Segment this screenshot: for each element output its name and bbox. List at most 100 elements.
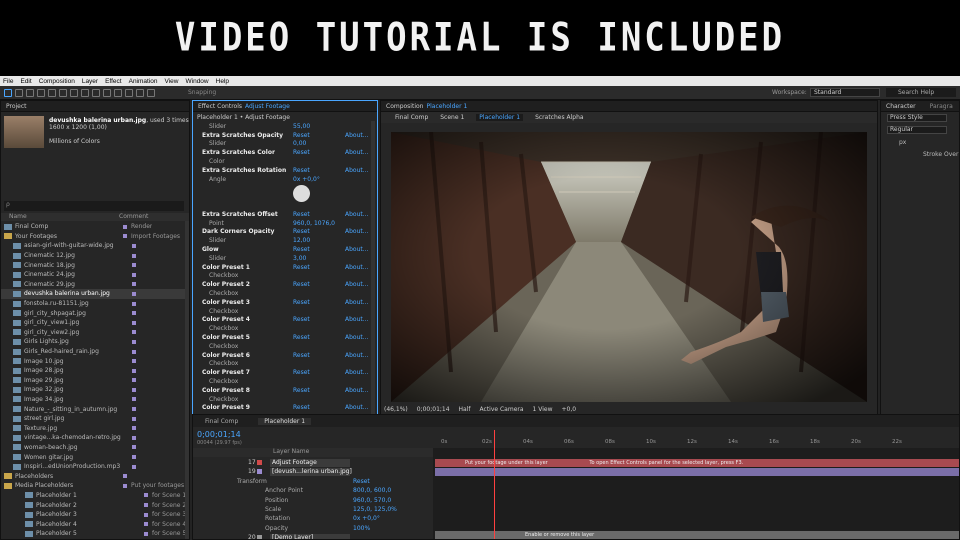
layer-row[interactable]: 17 Adjust Footage (193, 458, 433, 467)
label-color-swatch[interactable] (132, 378, 136, 383)
effect-property[interactable]: Slider 0,00 (193, 140, 377, 149)
project-item[interactable]: Girls_Red-haired_rain.jpg (1, 347, 189, 357)
project-item[interactable]: Image 28.jpg (1, 366, 189, 376)
project-tab[interactable]: Project (1, 101, 189, 112)
property-value[interactable]: 0x +0,0° (293, 176, 320, 183)
reset-link[interactable]: Reset (293, 132, 310, 139)
label-color-swatch[interactable] (132, 243, 136, 248)
project-item[interactable]: woman-beach.jpg (1, 443, 189, 453)
property-value[interactable]: 0x +0,0° (353, 515, 380, 522)
project-item[interactable]: Cinematic 29.jpg (1, 280, 189, 290)
property-value[interactable]: 100% (353, 525, 370, 532)
reset-link[interactable]: Reset (293, 369, 310, 376)
reset-link[interactable]: Reset (293, 246, 310, 253)
label-color-swatch[interactable] (132, 311, 136, 316)
about-link[interactable]: About... (345, 369, 368, 376)
project-item[interactable]: Inspiri...edUnionProduction.mp3 (1, 462, 189, 472)
effect-group[interactable]: Color Preset 8 Reset About... (193, 386, 377, 395)
effect-property[interactable]: Checkbox (193, 289, 377, 298)
project-search-input[interactable]: ρ (4, 201, 184, 211)
comp-footer-control[interactable]: 1 View (533, 406, 553, 413)
puppet-tool-icon[interactable] (147, 88, 155, 97)
project-item[interactable]: vintage...ka-chemodan-retro.jpg (1, 433, 189, 443)
effect-property[interactable] (193, 184, 377, 193)
property-value[interactable]: 800,0, 600,0 (353, 487, 391, 494)
composition-viewer[interactable] (391, 132, 867, 402)
effect-property[interactable] (193, 201, 377, 210)
property-value[interactable]: 960,0, 1076,0 (293, 220, 335, 227)
effect-property[interactable]: Slider 55,00 (193, 122, 377, 131)
project-item[interactable]: Image 10.jpg (1, 356, 189, 366)
demo-layer-bar[interactable]: Enable or remove this layer (435, 531, 959, 539)
comp-footer-control[interactable]: Half (459, 406, 471, 413)
project-item[interactable]: Image 29.jpg (1, 376, 189, 386)
effects-scrollbar[interactable] (371, 121, 375, 416)
camera-tool-icon[interactable] (48, 88, 56, 97)
comp-footer-control[interactable]: Active Camera (480, 406, 524, 413)
about-link[interactable]: About... (345, 246, 368, 253)
label-color-swatch[interactable] (132, 253, 136, 258)
project-item[interactable]: devushka balerina urban.jpg (1, 289, 189, 299)
label-color-swatch[interactable] (132, 282, 136, 287)
layer-name[interactable]: [Demo Layer] (270, 533, 350, 539)
project-item[interactable]: Girls Lights.jpg (1, 337, 189, 347)
about-link[interactable]: About... (345, 281, 368, 288)
effect-group[interactable]: Color Preset 6 Reset About... (193, 351, 377, 360)
label-color-swatch[interactable] (132, 330, 136, 335)
project-item[interactable]: street girl.jpg (1, 414, 189, 424)
about-link[interactable]: About... (345, 404, 368, 411)
effect-property[interactable]: Angle 0x +0,0° (193, 175, 377, 202)
project-item[interactable]: Cinematic 12.jpg (1, 251, 189, 261)
effect-property[interactable]: Checkbox (193, 377, 377, 386)
menu-item-composition[interactable]: Composition (39, 78, 75, 85)
label-color-swatch[interactable] (144, 531, 148, 536)
search-help-input[interactable]: Search Help (886, 88, 956, 97)
comp-subtab[interactable]: Placeholder 1 (476, 114, 524, 121)
property-row[interactable]: Opacity 100% (193, 524, 433, 533)
reset-link[interactable]: Reset (293, 316, 310, 323)
reset-link[interactable]: Reset (293, 387, 310, 394)
effect-property[interactable]: Point 960,0, 1076,0 (193, 219, 377, 228)
project-item[interactable]: girl_city_view2.jpg (1, 328, 189, 338)
effect-group[interactable]: Extra Scratches Opacity Reset About... (193, 131, 377, 140)
effect-property[interactable]: Checkbox (193, 342, 377, 351)
layer-name[interactable]: [devush...lerina urban.jpg] (270, 467, 352, 476)
effect-property[interactable]: Checkbox (193, 307, 377, 316)
layer-name[interactable]: Adjust Footage (270, 458, 350, 467)
comp-footer-control[interactable]: 0;00;01;14 (417, 406, 450, 413)
comp-subtab[interactable]: Scratches Alpha (535, 114, 584, 121)
label-color-swatch[interactable] (123, 474, 127, 479)
project-item[interactable]: girl_city_view1.jpg (1, 318, 189, 328)
effect-group[interactable]: Color Preset 4 Reset About... (193, 316, 377, 325)
effect-group[interactable]: Glow Reset About... (193, 245, 377, 254)
property-row[interactable]: Rotation 0x +0,0° (193, 514, 433, 523)
reset-link[interactable]: Reset (293, 352, 310, 359)
layer-label-color[interactable] (257, 469, 262, 475)
property-value[interactable]: 12,00 (293, 237, 310, 244)
label-color-swatch[interactable] (132, 339, 136, 344)
property-value[interactable]: 125,0, 125,0% (353, 506, 397, 513)
reset-link[interactable]: Reset (293, 167, 310, 174)
project-item[interactable]: Women gitar.jpg (1, 452, 189, 462)
label-color-swatch[interactable] (132, 387, 136, 392)
property-value[interactable]: 3,00 (293, 255, 306, 262)
label-color-swatch[interactable] (132, 301, 136, 306)
reset-link[interactable]: Reset (293, 149, 310, 156)
image-layer-bar[interactable] (435, 468, 959, 476)
snapping-toggle[interactable]: Snapping (188, 89, 216, 96)
label-color-swatch[interactable] (132, 320, 136, 325)
about-link[interactable]: About... (345, 211, 368, 218)
label-color-swatch[interactable] (132, 349, 136, 354)
about-link[interactable]: About... (345, 167, 368, 174)
label-color-swatch[interactable] (123, 234, 127, 239)
menu-item-effect[interactable]: Effect (105, 78, 122, 85)
effect-group[interactable]: Extra Scratches Color Reset About... (193, 148, 377, 157)
reset-link[interactable]: Reset (293, 264, 310, 271)
property-row[interactable]: Scale 125,0, 125,0% (193, 505, 433, 514)
project-item[interactable]: Placeholders (1, 471, 189, 481)
reset-link[interactable]: Reset (293, 228, 310, 235)
label-color-swatch[interactable] (132, 263, 136, 268)
menu-item-edit[interactable]: Edit (20, 78, 31, 85)
zoom-tool-icon[interactable] (26, 88, 34, 97)
about-link[interactable]: About... (345, 264, 368, 271)
